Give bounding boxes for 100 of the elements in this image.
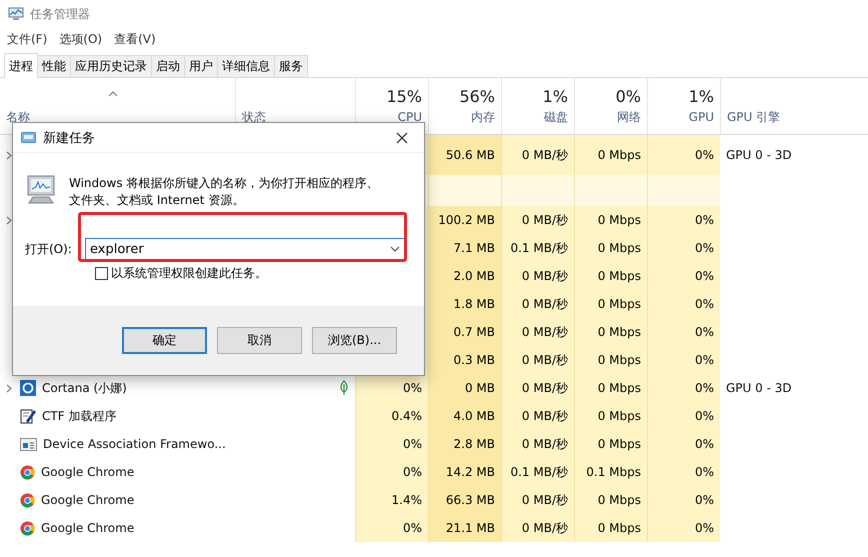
table-cell: 2.0 MB xyxy=(428,262,501,290)
dialog-button[interactable]: 取消 xyxy=(217,327,302,354)
table-cell: GPU 0 - 3D xyxy=(726,381,792,395)
table-cell: 0.1 MB/秒 xyxy=(501,234,574,262)
table-cell: 0 Mbps xyxy=(574,135,647,175)
table-cell: 0% xyxy=(647,402,720,430)
table-cell: 0 MB/秒 xyxy=(501,514,574,542)
table-cell: 0 MB/秒 xyxy=(501,318,574,346)
table-cell: 0.3 MB xyxy=(428,346,501,374)
table-cell: 66.3 MB xyxy=(428,486,501,514)
tab[interactable]: 启动 xyxy=(151,55,185,77)
table-cell: 7.1 MB xyxy=(428,234,501,262)
chevron-icon[interactable] xyxy=(6,150,12,160)
column-header[interactable]: GPU xyxy=(688,110,714,125)
table-cell: 4.0 MB xyxy=(428,402,501,430)
dialog-button[interactable]: 浏览(B)... xyxy=(312,327,397,354)
notepad-pen-icon xyxy=(20,408,36,424)
table-cell: 0 Mbps xyxy=(574,262,647,290)
table-cell: 0% xyxy=(647,374,720,402)
table-cell: 0 MB/秒 xyxy=(501,486,574,514)
table-cell: 0 MB/秒 xyxy=(501,374,574,402)
tab[interactable]: 服务 xyxy=(274,55,308,77)
tab[interactable]: 用户 xyxy=(184,55,218,77)
column-header[interactable]: CPU xyxy=(398,110,422,125)
table-cell: 0 Mbps xyxy=(574,318,647,346)
column-percent: 1% xyxy=(688,87,714,107)
dialog-message: Windows 将根据你所键入的名称，为你打开相应的程序、文件夹、文档或 Internet 资源。 xyxy=(69,175,380,209)
dropdown-icon[interactable] xyxy=(390,246,400,252)
computer-icon xyxy=(25,175,57,205)
table-cell: 0% xyxy=(647,486,720,514)
tab[interactable]: 详细信息 xyxy=(217,55,275,77)
column-percent: 1% xyxy=(542,87,568,107)
table-cell: 0 Mbps xyxy=(574,206,647,234)
menu-item[interactable]: 文件(F) xyxy=(7,30,48,48)
table-cell: 0 Mbps xyxy=(574,290,647,318)
table-cell: 0 MB/秒 xyxy=(501,135,574,175)
process-name: Cortana (小娜) xyxy=(42,380,127,396)
table-cell: 0% xyxy=(647,318,720,346)
table-cell: 0% xyxy=(355,458,428,486)
close-icon xyxy=(396,132,408,144)
table-cell: GPU 0 - 3D xyxy=(726,148,792,162)
table-cell: 2.8 MB xyxy=(428,430,501,458)
table-cell: 0 MB/秒 xyxy=(501,262,574,290)
table-cell: 0 Mbps xyxy=(574,514,647,542)
table-cell: 0.1 MB/秒 xyxy=(501,458,574,486)
window-icon xyxy=(20,438,37,450)
chrome-icon xyxy=(20,464,35,480)
process-name: Google Chrome xyxy=(41,465,134,479)
leaf-icon xyxy=(339,380,349,396)
table-cell: 0 Mbps xyxy=(574,374,647,402)
table-cell: 0% xyxy=(647,290,720,318)
table-cell: 0.4% xyxy=(355,402,428,430)
dialog-button[interactable]: 确定 xyxy=(122,327,207,354)
tab[interactable]: 进程 xyxy=(4,53,38,78)
table-cell: 14.2 MB xyxy=(428,458,501,486)
command-combobox[interactable]: explorer xyxy=(85,238,405,260)
table-cell: 0 MB xyxy=(428,374,501,402)
table-cell: 0% xyxy=(647,430,720,458)
chevron-icon[interactable] xyxy=(6,216,12,224)
table-cell: 0 MB/秒 xyxy=(501,430,574,458)
checkbox[interactable] xyxy=(95,267,108,280)
menu-item[interactable]: 选项(O) xyxy=(59,30,102,48)
table-cell: 0% xyxy=(647,458,720,486)
column-header[interactable]: 磁盘 xyxy=(544,110,568,125)
column-percent: 56% xyxy=(459,87,495,107)
column-header[interactable]: 网络 xyxy=(617,110,641,125)
process-name: CTF 加载程序 xyxy=(42,408,116,424)
column-percent: 15% xyxy=(386,87,422,107)
table-cell: 0 Mbps xyxy=(574,430,647,458)
tab[interactable]: 性能 xyxy=(37,55,71,77)
run-icon xyxy=(21,132,36,143)
chevron-icon[interactable] xyxy=(6,384,12,392)
table-cell: 0% xyxy=(355,514,428,542)
tab[interactable]: 应用历史记录 xyxy=(70,55,152,77)
table-cell: 0 MB/秒 xyxy=(501,206,574,234)
column-percent: 0% xyxy=(616,87,641,107)
process-name: Google Chrome xyxy=(41,493,134,507)
table-cell: 0% xyxy=(647,514,720,542)
window-title: 任务管理器 xyxy=(30,6,90,22)
column-header[interactable]: GPU 引擎 xyxy=(727,110,780,125)
monitor-icon xyxy=(8,7,24,21)
column-header[interactable]: 名称 xyxy=(6,110,30,125)
table-cell: 1.4% xyxy=(355,486,428,514)
process-name: Google Chrome xyxy=(41,521,134,535)
table-cell: 0.1 Mbps xyxy=(574,458,647,486)
table-cell: 0% xyxy=(647,135,720,175)
open-label: 打开(O): xyxy=(25,240,73,258)
table-cell: 0% xyxy=(355,374,428,402)
column-header[interactable]: 内存 xyxy=(471,110,495,125)
table-cell: 0 MB/秒 xyxy=(501,290,574,318)
table-cell: 0 Mbps xyxy=(574,402,647,430)
table-cell: 0 Mbps xyxy=(574,346,647,374)
table-cell: 0 Mbps xyxy=(574,486,647,514)
table-cell: 0% xyxy=(647,346,720,374)
chrome-icon xyxy=(20,520,35,536)
table-cell: 0.7 MB xyxy=(428,318,501,346)
dialog-title: 新建任务 xyxy=(43,130,96,146)
checkbox-label: 以系统管理权限创建此任务。 xyxy=(111,265,267,282)
menu-item[interactable]: 查看(V) xyxy=(114,30,156,48)
table-cell: 0 MB/秒 xyxy=(501,402,574,430)
